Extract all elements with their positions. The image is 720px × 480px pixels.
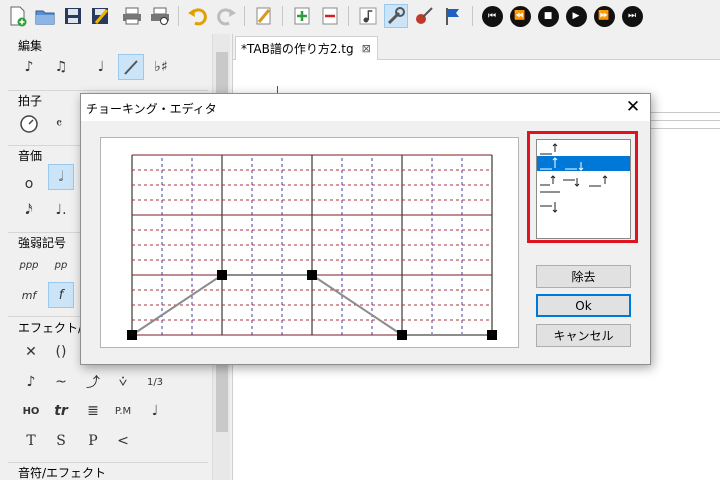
toolbar-separator [178, 6, 179, 26]
last-icon[interactable]: ⏭ [620, 4, 644, 28]
tab-title: *TAB譜の作り方2.tg [241, 42, 354, 56]
bend-point[interactable] [307, 270, 317, 280]
dynamic-mf[interactable]: mf [16, 282, 42, 308]
cancel-button[interactable]: キャンセル [536, 324, 631, 347]
section-title-note-effects: 音符/エフェクト [18, 466, 107, 480]
bend-icon[interactable]: ⤴ [80, 369, 106, 395]
save-icon[interactable] [61, 4, 85, 28]
voice-1-icon[interactable]: ♪ [16, 54, 42, 80]
bend-graph[interactable] [100, 137, 519, 348]
section-title-dynamics: 強弱記号 [18, 236, 67, 250]
section-title-time-signature: 拍子 [18, 94, 43, 108]
tab-document[interactable]: *TAB譜の作り方2.tg ⊠ [235, 36, 378, 60]
edit-mode-icon[interactable] [118, 54, 144, 80]
tab-close-icon[interactable]: ⊠ [362, 42, 371, 55]
bend-editor-dialog: チョーキング・エディタ ✕ 除去 Ok キャンセル [80, 93, 651, 365]
toolbar-separator [244, 6, 245, 26]
section-title-duration: 音価 [18, 149, 43, 163]
tremolo-icon[interactable]: ≣ [80, 398, 106, 424]
whole-note-icon[interactable]: o [16, 171, 42, 197]
print-preview-icon[interactable] [148, 4, 172, 28]
stop-icon[interactable]: ■ [536, 4, 560, 28]
previous-icon[interactable]: ⏪ [508, 4, 532, 28]
sixteenth-note-icon[interactable]: 𝅘𝅥𝅯 [16, 197, 42, 223]
time-signature-icon[interactable]: 𝄴 [46, 111, 72, 137]
toolbar-separator [472, 6, 473, 26]
staccato-icon[interactable]: ♩ [142, 398, 168, 424]
bend-point[interactable] [127, 330, 137, 340]
popping-icon[interactable]: P [80, 428, 106, 454]
redo-icon[interactable] [214, 4, 238, 28]
hammer-on-icon[interactable]: HO [18, 398, 44, 424]
undo-icon[interactable] [186, 4, 210, 28]
dotted-note-icon[interactable]: ♩. [48, 197, 74, 223]
tab-strip: *TAB譜の作り方2.tg ⊠ [233, 34, 720, 60]
staff-line [651, 120, 720, 121]
accent-icon[interactable]: < [110, 428, 136, 454]
new-file-icon[interactable] [6, 4, 30, 28]
bend-point[interactable] [217, 270, 227, 280]
bend-point[interactable] [487, 330, 497, 340]
dynamic-ppp[interactable]: ppp [16, 252, 42, 278]
palm-mute-icon[interactable]: P.M [110, 398, 136, 424]
remove-button[interactable]: 除去 [536, 265, 631, 288]
slide-icon[interactable]: ~ [48, 369, 74, 395]
slapping-icon[interactable]: S [48, 428, 74, 454]
toolbar-separator [348, 6, 349, 26]
first-icon[interactable]: ⏮ [480, 4, 504, 28]
dialog-title-bar: チョーキング・エディタ ✕ [81, 94, 650, 121]
voice-2-icon[interactable]: ♫ [48, 54, 74, 80]
open-file-icon[interactable] [33, 4, 57, 28]
staff-line [651, 112, 720, 113]
divider [8, 462, 208, 463]
staff-line [651, 128, 720, 129]
insert-measure-icon[interactable] [290, 4, 314, 28]
bend-graph-canvas[interactable] [101, 138, 518, 347]
dynamic-pp[interactable]: pp [48, 252, 74, 278]
pencil-icon[interactable] [252, 4, 276, 28]
accidental-icon[interactable]: ♭♯ [148, 54, 174, 80]
toolbar-separator [282, 6, 283, 26]
tapping-icon[interactable]: T [18, 428, 44, 454]
ghost-note-icon[interactable]: () [48, 339, 74, 365]
print-icon[interactable] [120, 4, 144, 28]
close-icon[interactable]: ✕ [622, 96, 644, 118]
dialog-title: チョーキング・エディタ [86, 102, 217, 116]
note-icon[interactable] [356, 4, 380, 28]
half-note-icon[interactable]: 𝅗𝅥 [48, 164, 74, 190]
ok-button[interactable]: Ok [536, 294, 631, 317]
flag-icon[interactable] [440, 4, 464, 28]
tools-icon[interactable] [384, 4, 408, 28]
dead-note-icon[interactable]: ✕ [18, 339, 44, 365]
toolbar: ⏮ ⏪ ■ ▶ ⏩ ⏭ [0, 0, 720, 34]
next-icon[interactable]: ⏩ [592, 4, 616, 28]
save-as-icon[interactable] [88, 4, 112, 28]
remove-measure-icon[interactable] [318, 4, 342, 28]
section-title-edit: 編集 [18, 39, 43, 53]
select-cursor-icon[interactable]: ♩ [88, 54, 114, 80]
bend-point[interactable] [397, 330, 407, 340]
tempo-icon[interactable] [16, 111, 42, 137]
play-icon[interactable]: ▶ [564, 4, 588, 28]
guitar-icon[interactable] [412, 4, 436, 28]
grace-note-icon[interactable]: ♪ [18, 369, 44, 395]
tuplet-icon[interactable]: 1/3 [142, 369, 168, 395]
dynamic-f[interactable]: f [48, 282, 74, 308]
trill-icon[interactable]: tr [48, 398, 74, 424]
divider [8, 90, 208, 91]
annotation-highlight [527, 131, 638, 243]
harmonic-icon[interactable]: ⩒ [110, 369, 136, 395]
